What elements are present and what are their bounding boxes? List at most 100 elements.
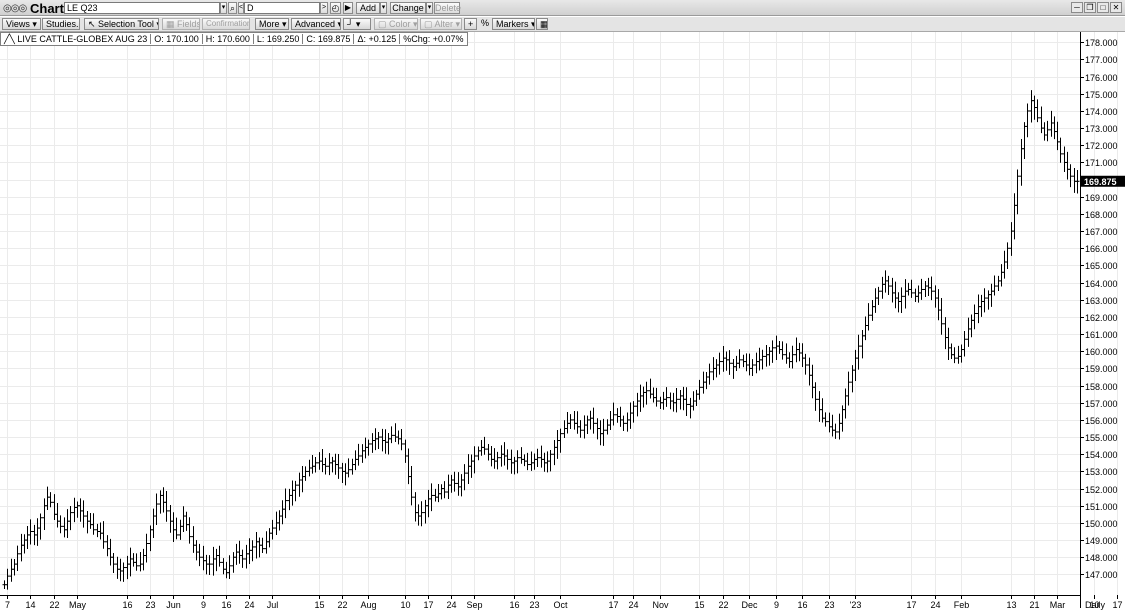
- ohlc-bar: [1039, 106, 1044, 134]
- symbol-dropdown-icon[interactable]: ▾: [220, 2, 227, 14]
- crosshair-icon[interactable]: +: [464, 18, 477, 30]
- y-tick-label: 157.000: [1085, 399, 1118, 409]
- ohlc-bar: [178, 519, 183, 540]
- x-tick-label: 22: [718, 600, 728, 610]
- minimize-icon[interactable]: ─: [1071, 2, 1083, 13]
- delete-button[interactable]: Delete: [434, 2, 461, 14]
- last-price-label: 169.875: [1084, 177, 1117, 187]
- search-icon[interactable]: ⌕: [228, 2, 237, 14]
- y-tick-label: 160.000: [1085, 347, 1118, 357]
- ohlc-bar: [389, 426, 394, 444]
- selection-tool-button[interactable]: ↖ Selection Tool ▾: [84, 18, 159, 30]
- x-tick-label: 16: [509, 600, 519, 610]
- y-tick-label: 153.000: [1085, 467, 1118, 477]
- y-tick-label: 174.000: [1085, 107, 1118, 117]
- maximize-icon[interactable]: □: [1097, 2, 1109, 13]
- symbol-input[interactable]: LE Q23: [64, 2, 220, 14]
- views-button[interactable]: Views ▾: [2, 18, 41, 30]
- ohlc-bar: [270, 519, 275, 540]
- confirmation-button[interactable]: Confirmation: [202, 18, 250, 30]
- ohlc-bar: [979, 294, 984, 317]
- ohlc-bar: [827, 412, 832, 433]
- close-icon[interactable]: ✕: [1110, 2, 1122, 13]
- ohlc-bar: [433, 488, 438, 502]
- markers-button[interactable]: Markers ▾: [492, 18, 535, 30]
- ohlc-bar: [105, 535, 110, 557]
- add-button[interactable]: Add: [356, 2, 380, 14]
- ohlc-bar: [330, 456, 335, 473]
- ohlc-bar: [717, 352, 722, 375]
- ohlc-bar: [78, 498, 83, 522]
- delta-value: Δ: +0.125: [354, 34, 401, 44]
- ohlc-bar: [406, 448, 411, 485]
- y-tick-label: 155.000: [1085, 433, 1118, 443]
- high-value: H: 170.600: [203, 34, 254, 44]
- ohlc-bar: [548, 449, 553, 472]
- ohlc-bar: [419, 501, 424, 527]
- ohlc-bar: [131, 553, 136, 567]
- ohlc-bar: [625, 412, 630, 432]
- x-tick-label: 16: [221, 600, 231, 610]
- ohlc-bar: [35, 518, 40, 546]
- ohlc-bar: [158, 490, 163, 514]
- x-tick-label: 16: [797, 600, 807, 610]
- ohlc-bar: [290, 480, 295, 506]
- ohlc-bar: [346, 458, 351, 478]
- ohlc-bar: [638, 384, 643, 412]
- studies-button[interactable]: Studies...: [42, 18, 80, 30]
- ohlc-bar: [101, 521, 106, 549]
- bar-style-button[interactable]: ┘ ▾: [343, 18, 371, 30]
- color-button[interactable]: ▢ Color ▾: [374, 18, 418, 30]
- ohlc-bar: [611, 402, 616, 426]
- ohlc-bar: [128, 547, 133, 577]
- play-icon[interactable]: ▶: [343, 2, 353, 14]
- ohlc-bar: [48, 492, 53, 508]
- ohlc-bar: [168, 505, 173, 533]
- ohlc-bar: [267, 528, 272, 548]
- ohlc-bar: [774, 335, 779, 361]
- x-tick-label: 24: [244, 600, 254, 610]
- ohlc-bar: [846, 371, 851, 406]
- ohlc-bar: [525, 452, 530, 471]
- ohlc-bar: [95, 523, 100, 538]
- x-tick-label: 15: [314, 600, 324, 610]
- x-tick-label: 24: [628, 600, 638, 610]
- period-next-icon[interactable]: >: [320, 2, 328, 14]
- x-tick-label: Oct: [553, 600, 568, 610]
- ohlc-bar: [575, 411, 580, 434]
- percent-toggle[interactable]: %: [478, 18, 490, 30]
- ohlc-bar: [896, 292, 901, 313]
- ohlc-bar: [631, 401, 636, 423]
- ohlc-bar: [191, 526, 196, 553]
- alter-button[interactable]: ▢ Alter ▾: [420, 18, 462, 30]
- x-tick-label: 23: [824, 600, 834, 610]
- y-tick-label: 175.000: [1085, 90, 1118, 100]
- ohlc-bar: [184, 511, 189, 531]
- period-input[interactable]: D: [244, 2, 320, 14]
- x-tick-label: Dec: [741, 600, 758, 610]
- ohlc-bar: [800, 343, 805, 368]
- ohlc-bar: [466, 454, 471, 485]
- restore-icon[interactable]: ❐: [1084, 2, 1096, 13]
- ohlc-bar: [539, 445, 544, 468]
- ohlc-bar: [926, 277, 931, 297]
- open-value: O: 170.100: [151, 34, 203, 44]
- ohlc-bar: [174, 517, 179, 540]
- ohlc-bar: [115, 556, 120, 579]
- price-chart[interactable]: 147.000 148.000 149.000 150.000 151.000 152.0…: [0, 32, 1125, 611]
- add-dropdown-icon[interactable]: ▾: [380, 2, 387, 14]
- clock-icon[interactable]: ◴: [330, 2, 341, 14]
- change-dropdown-icon[interactable]: ▾: [426, 2, 433, 14]
- advanced-button[interactable]: Advanced ▾: [291, 18, 341, 30]
- ohlc-bar: [943, 317, 948, 350]
- ohlc-bar: [88, 512, 93, 529]
- more-button[interactable]: More ▾: [255, 18, 289, 30]
- ohlc-bar: [426, 489, 431, 518]
- ohlc-bar: [876, 286, 881, 305]
- color-label: Color: [389, 19, 411, 29]
- change-button[interactable]: Change: [390, 2, 426, 14]
- ohlc-bar: [750, 359, 755, 377]
- fields-button[interactable]: ▦ Fields...: [162, 18, 200, 30]
- calendar-icon[interactable]: ▦: [536, 18, 548, 30]
- y-tick-label: 149.000: [1085, 536, 1118, 546]
